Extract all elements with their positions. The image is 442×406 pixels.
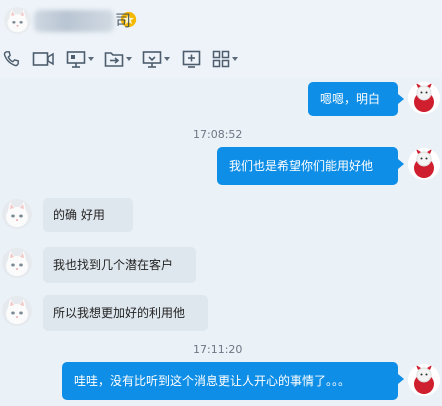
file-transfer-icon[interactable] — [104, 47, 132, 71]
more-apps-icon[interactable] — [212, 47, 238, 71]
add-app-icon[interactable] — [182, 47, 202, 71]
timestamp: 17:08:52 — [193, 128, 243, 141]
my-avatar[interactable] — [408, 148, 440, 180]
contact-avatar[interactable] — [4, 7, 31, 34]
phone-icon[interactable] — [2, 47, 20, 71]
chat-header: 司 — [0, 0, 442, 78]
timestamp: 17:11:20 — [193, 343, 243, 356]
my-avatar[interactable] — [408, 82, 440, 114]
contact-avatar[interactable] — [2, 199, 32, 229]
chat-window: 司 嗯嗯，明白 17:08:52 我们也是希望你们能用好他 的确 好用 我也找到… — [0, 0, 442, 406]
remote-desktop-icon[interactable] — [142, 47, 170, 71]
chevron-down-icon[interactable] — [232, 57, 238, 61]
contact-name: 司 — [114, 11, 131, 30]
chevron-down-icon[interactable] — [126, 57, 132, 61]
incoming-message-bubble: 的确 好用 — [43, 198, 133, 232]
incoming-message-bubble: 我也找到几个潜在客户 — [43, 247, 196, 283]
chevron-down-icon[interactable] — [164, 57, 170, 61]
outgoing-message-bubble: 哇哇，没有比听到这个消息更让人开心的事情了。。。 — [62, 362, 404, 400]
message-text: 所以我想更加好的利用他 — [53, 306, 186, 320]
message-text: 我也找到几个潜在客户 — [53, 258, 174, 272]
chat-toolbar — [0, 46, 238, 72]
outgoing-message-bubble: 嗯嗯，明白 — [308, 82, 404, 116]
message-text: 的确 好用 — [53, 208, 105, 222]
message-text: 嗯嗯，明白 — [320, 92, 381, 106]
message-text: 我们也是希望你们能用好他 — [229, 159, 374, 173]
contact-avatar[interactable] — [2, 296, 32, 326]
video-icon[interactable] — [32, 47, 54, 71]
message-text: 哇哇，没有比听到这个消息更让人开心的事情了。。。 — [74, 374, 351, 388]
incoming-message-bubble: 所以我想更加好的利用他 — [43, 295, 208, 331]
screen-share-icon[interactable] — [66, 47, 94, 71]
chevron-down-icon[interactable] — [88, 57, 94, 61]
contact-avatar[interactable] — [2, 248, 32, 278]
my-avatar[interactable] — [408, 364, 440, 396]
contact-title[interactable]: 司 — [34, 8, 137, 34]
blurred-name — [34, 10, 114, 32]
outgoing-message-bubble: 我们也是希望你们能用好他 — [217, 147, 404, 185]
